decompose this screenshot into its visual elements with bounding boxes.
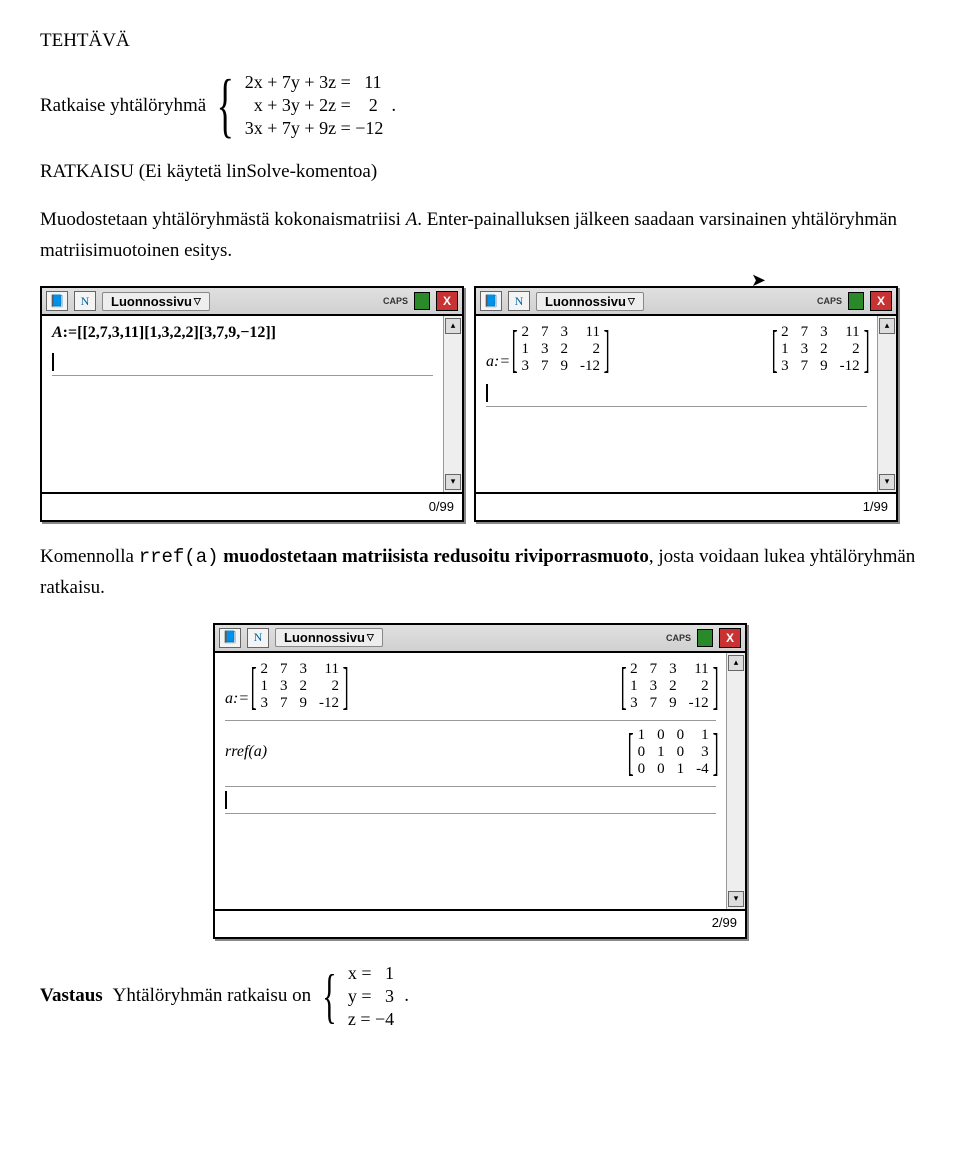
lhs: a:= [ 27311 1322 379-12 ] bbox=[486, 324, 607, 375]
tool-icon: N bbox=[247, 628, 269, 648]
task-lead: Ratkaise yhtälöryhmä bbox=[40, 95, 206, 117]
para1-var: A bbox=[406, 209, 418, 230]
text-cursor bbox=[486, 384, 488, 402]
para2b: muodostetaan matriisista redusoitu rivip… bbox=[223, 546, 649, 567]
calc-window-3: 📘 N Luonnossivu▽ CAPS X a:= [ 27311 1322 bbox=[213, 623, 747, 939]
scrollbar[interactable]: ▴ ▾ bbox=[726, 653, 745, 909]
scrollbar[interactable]: ▴ ▾ bbox=[877, 316, 896, 492]
task-equation-row: Ratkaise yhtälöryhmä { 2x + 7y + 3z = 11… bbox=[40, 72, 920, 139]
close-button[interactable]: X bbox=[436, 291, 458, 311]
calc-footer: 2/99 bbox=[215, 909, 745, 935]
answer-label: Vastaus bbox=[40, 985, 103, 1007]
rref-call: rref(a) bbox=[225, 743, 267, 761]
calc-icon: 📘 bbox=[480, 291, 502, 311]
tab-luonnossivu[interactable]: Luonnossivu▽ bbox=[275, 628, 383, 647]
tool-icon: N bbox=[508, 291, 530, 311]
close-button[interactable]: X bbox=[870, 291, 892, 311]
close-button[interactable]: X bbox=[719, 628, 741, 648]
rref-command: rref(a) bbox=[139, 546, 219, 568]
lhs-a: a:= [ 27311 1322 379-12 ] bbox=[225, 661, 346, 712]
scroll-up[interactable]: ▴ bbox=[728, 655, 744, 671]
titlebar: 📘 N Luonnossivu▽ CAPS X bbox=[42, 288, 462, 316]
answer-text: Yhtälöryhmän ratkaisu on bbox=[113, 985, 311, 1007]
calc-window-2: ➤ 📘 N Luonnossivu▽ CAPS X a:= [ 27311 bbox=[474, 286, 898, 522]
solution-stack: x = 1 y = 3 z = −4 bbox=[348, 963, 394, 1030]
page-counter: 2/99 bbox=[712, 915, 737, 930]
battery-icon bbox=[848, 292, 864, 310]
calc-content-3[interactable]: a:= [ 27311 1322 379-12 ] bbox=[215, 653, 726, 909]
eq1: 2x + 7y + 3z = 11 bbox=[245, 72, 384, 93]
scroll-up[interactable]: ▴ bbox=[879, 318, 895, 334]
calc-footer: 1/99 bbox=[476, 492, 896, 518]
page-counter: 0/99 bbox=[429, 499, 454, 514]
para2a: Komennolla bbox=[40, 546, 139, 567]
matrix-input: [ 27311 1322 379-12 ] bbox=[514, 324, 607, 375]
caps-indicator: CAPS bbox=[383, 296, 408, 306]
eq2: x + 3y + 2z = 2 bbox=[245, 95, 384, 116]
tab-luonnossivu[interactable]: Luonnossivu▽ bbox=[536, 292, 644, 311]
sol-y: y = 3 bbox=[348, 986, 394, 1007]
task-period: . bbox=[391, 95, 396, 117]
brace-left: { bbox=[322, 972, 336, 1020]
calc-footer: 0/99 bbox=[42, 492, 462, 518]
calc-content-1[interactable]: AA:=[[2,7,3,11][1,3,2,2][3,7,9,−12]]:=[[… bbox=[42, 316, 443, 492]
matrix-a-result: [ 27311 1322 379-12 ] bbox=[623, 661, 716, 712]
page-counter: 1/99 bbox=[863, 499, 888, 514]
paragraph-2: Komennolla rref(a) muodostetaan matriisi… bbox=[40, 542, 920, 603]
sol-x: x = 1 bbox=[348, 963, 394, 984]
caps-indicator: CAPS bbox=[817, 296, 842, 306]
scrollbar[interactable]: ▴ ▾ bbox=[443, 316, 462, 492]
text-cursor bbox=[225, 791, 227, 809]
screenshot-row-1: 📘 N Luonnossivu▽ CAPS X AA:=[[2,7,3,11][… bbox=[40, 286, 920, 522]
calc-icon: 📘 bbox=[46, 291, 68, 311]
scroll-down[interactable]: ▾ bbox=[445, 474, 461, 490]
input-line: AA:=[[2,7,3,11][1,3,2,2][3,7,9,−12]]:=[[… bbox=[52, 324, 433, 342]
matrix-result: [ 27311 1322 379-12 ] bbox=[774, 324, 867, 375]
scroll-down[interactable]: ▾ bbox=[728, 891, 744, 907]
tool-icon: N bbox=[74, 291, 96, 311]
calc-content-2[interactable]: a:= [ 27311 1322 379-12 ] bbox=[476, 316, 877, 492]
text-cursor bbox=[52, 353, 54, 371]
paragraph-1: Muodostetaan yhtälöryhmästä kokonaismatr… bbox=[40, 205, 920, 266]
brace-left: { bbox=[217, 77, 234, 135]
matrix-a-input: [ 27311 1322 379-12 ] bbox=[253, 661, 346, 712]
ratkaisu-heading: RATKAISU (Ei käytetä linSolve-komentoa) bbox=[40, 157, 920, 187]
eq3: 3x + 7y + 9z = −12 bbox=[245, 118, 384, 139]
task-heading: TEHTÄVÄ bbox=[40, 30, 920, 52]
screenshot-row-2: 📘 N Luonnossivu▽ CAPS X a:= [ 27311 1322 bbox=[40, 623, 920, 939]
battery-icon bbox=[414, 292, 430, 310]
battery-icon bbox=[697, 629, 713, 647]
rref-result-matrix: [ 1001 0103 001-4 ] bbox=[630, 727, 716, 778]
calc-window-1: 📘 N Luonnossivu▽ CAPS X AA:=[[2,7,3,11][… bbox=[40, 286, 464, 522]
scroll-down[interactable]: ▾ bbox=[879, 474, 895, 490]
answer-period: . bbox=[404, 985, 409, 1007]
para1a: Muodostetaan yhtälöryhmästä kokonaismatr… bbox=[40, 209, 406, 230]
answer-row: Vastaus Yhtälöryhmän ratkaisu on { x = 1… bbox=[40, 963, 920, 1030]
scroll-up[interactable]: ▴ bbox=[445, 318, 461, 334]
titlebar: 📘 N Luonnossivu▽ CAPS X bbox=[476, 288, 896, 316]
equation-stack: 2x + 7y + 3z = 11 x + 3y + 2z = 2 3x + 7… bbox=[245, 72, 384, 139]
sol-z: z = −4 bbox=[348, 1009, 394, 1030]
titlebar: 📘 N Luonnossivu▽ CAPS X bbox=[215, 625, 745, 653]
caps-indicator: CAPS bbox=[666, 633, 691, 643]
tab-luonnossivu[interactable]: Luonnossivu▽ bbox=[102, 292, 210, 311]
calc-icon: 📘 bbox=[219, 628, 241, 648]
